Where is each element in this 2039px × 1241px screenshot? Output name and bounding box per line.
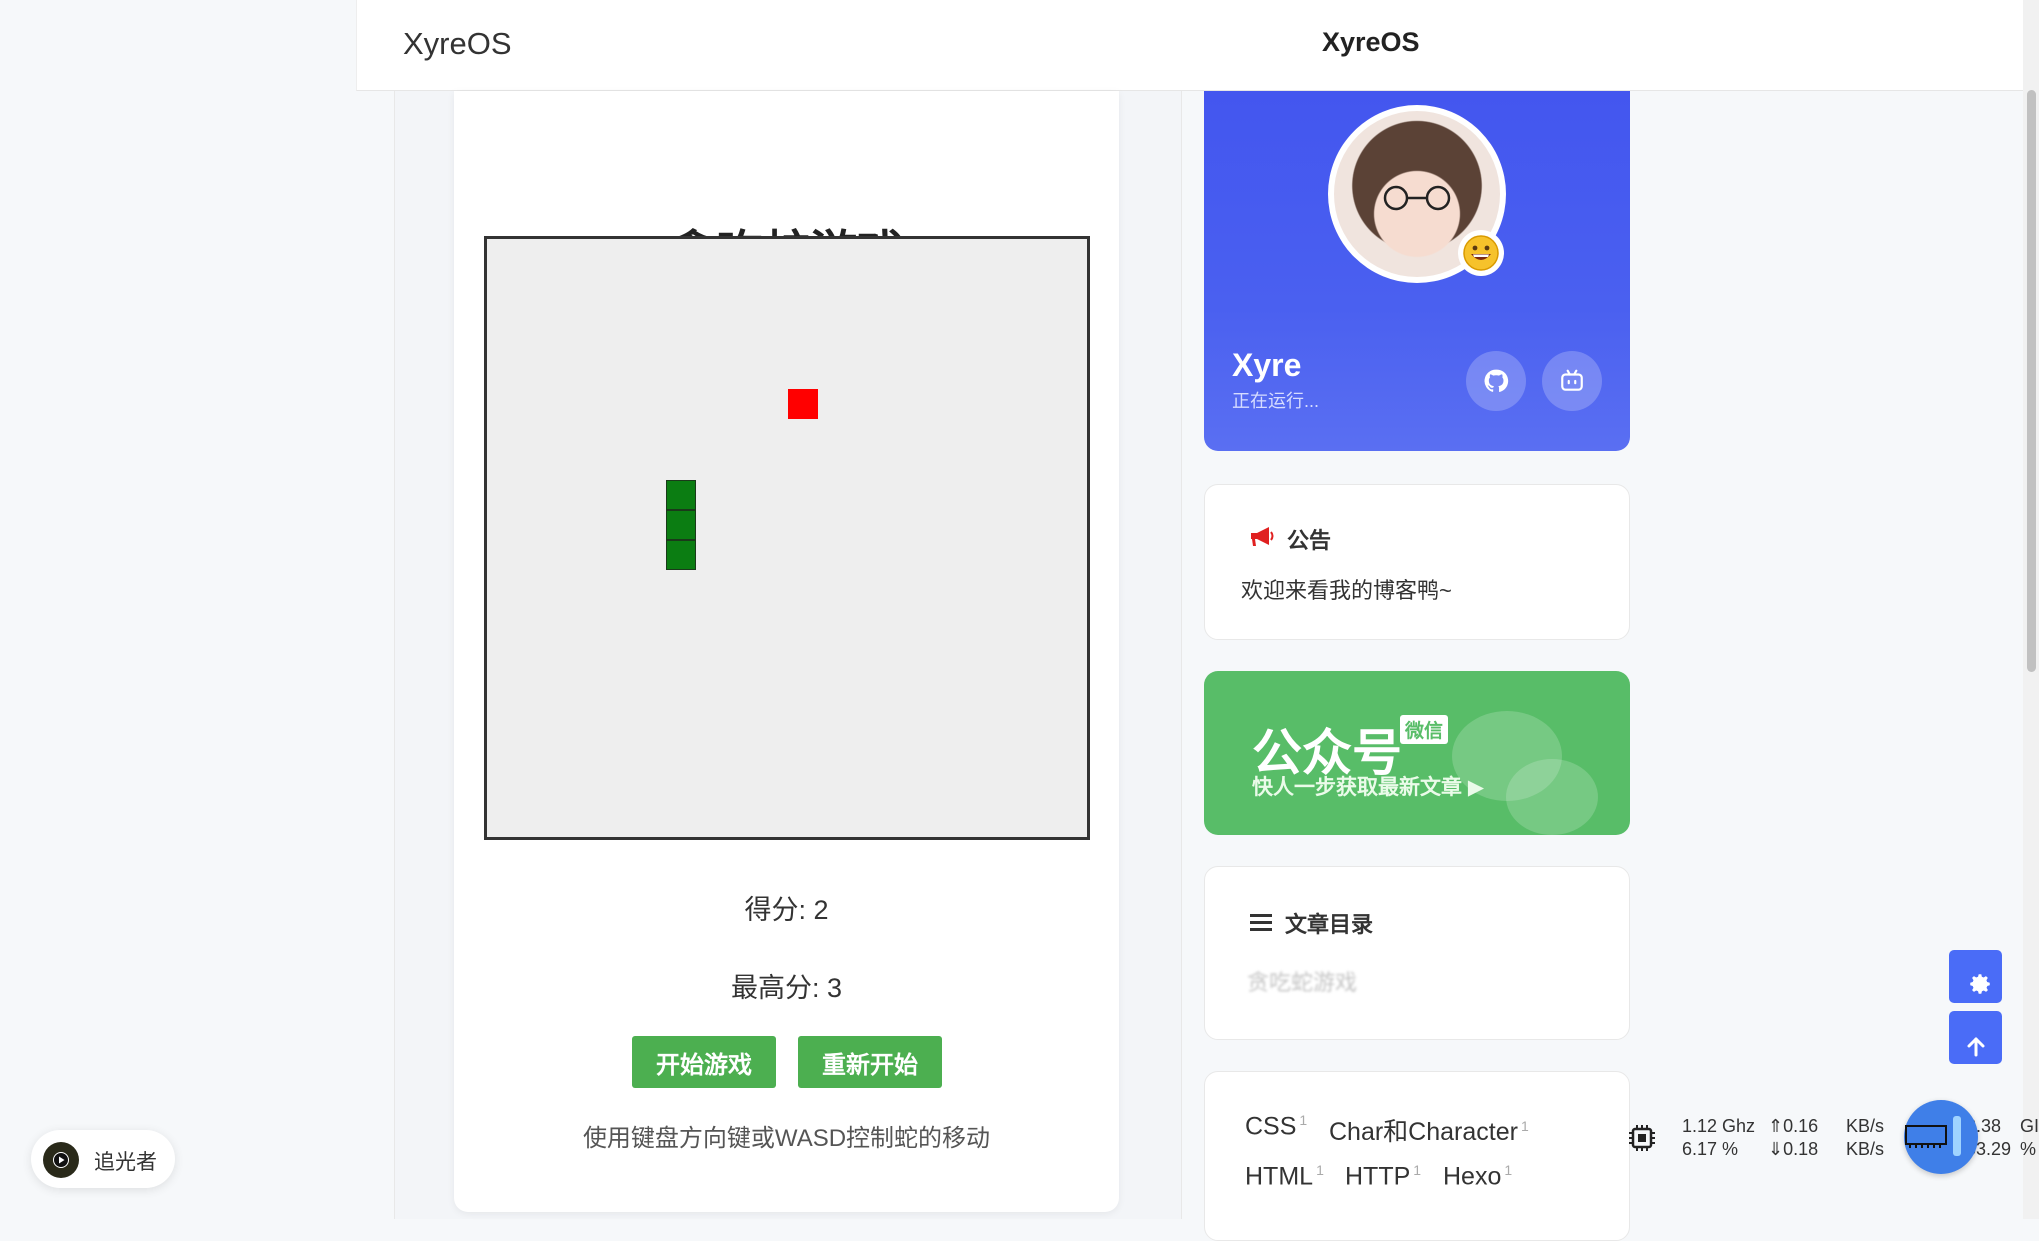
wechat-promo-card[interactable]: 公众号 微信 快人一步获取最新文章 ▶ [1204, 671, 1630, 835]
profile-name: Xyre [1232, 347, 1302, 383]
tag-label: Hexo [1443, 1162, 1502, 1191]
wechat-tag: 微信 [1400, 715, 1449, 744]
grin-emoji-icon [1463, 235, 1499, 271]
memory-unit: GI [2020, 1116, 2039, 1136]
notice-title: 公告 [1287, 528, 1332, 553]
wechat-subtitle: 快人一步获取最新文章 ▶ [1252, 776, 1484, 799]
restart-button[interactable]: 重新开始 [798, 1036, 942, 1088]
toc-item[interactable]: 贪吃蛇游戏 [1247, 965, 1357, 997]
back-to-top-button[interactable] [1949, 1011, 2002, 1064]
tag-label: HTTP [1345, 1162, 1411, 1191]
brand-logo-text[interactable]: XyreOS [403, 26, 512, 62]
memory-chip-icon [1905, 1125, 1947, 1148]
bilibili-icon [1561, 369, 1583, 391]
monitor-ball[interactable] [1904, 1100, 1978, 1174]
snake-body-segment [666, 510, 696, 540]
play-icon [53, 1152, 69, 1168]
page-scrollbar[interactable] [2023, 0, 2039, 1219]
profile-status: 正在运行... [1232, 391, 1320, 411]
notice-text: 欢迎来看我的博客鸭~ [1241, 578, 1452, 603]
tag-label: Char和Character [1329, 1118, 1518, 1146]
food-cell [788, 389, 818, 419]
album-cover[interactable] [43, 1142, 79, 1178]
glasses-icon [1383, 185, 1451, 211]
cpu-icon [1629, 1125, 1655, 1151]
score-text: 得分: 2 [744, 895, 829, 925]
notice-card: 公告 欢迎来看我的博客鸭~ [1204, 484, 1630, 640]
cpu-usage: 6.17 % [1682, 1139, 1739, 1159]
tag-count: 1 [1504, 1162, 1513, 1178]
tag-label: CSS [1245, 1112, 1297, 1141]
scrollbar-thumb[interactable] [2027, 90, 2036, 672]
tag-count: 1 [1413, 1162, 1422, 1178]
tag-count: 1 [1520, 1117, 1529, 1134]
memory-percent-unit: % [2020, 1139, 2037, 1159]
music-player[interactable]: 追光者 [31, 1130, 175, 1188]
tag-item[interactable]: HTML 1 [1245, 1162, 1324, 1191]
cpu-frequency: 1.12 Ghz [1682, 1116, 1756, 1136]
header-title[interactable]: XyreOS [1322, 27, 1420, 58]
github-button[interactable] [1466, 351, 1526, 411]
upload-speed: ⇑0.16 [1768, 1116, 1819, 1136]
tag-item[interactable]: CSS 1 [1245, 1112, 1307, 1141]
game-board[interactable] [484, 236, 1090, 840]
high-score-text: 最高分: 3 [730, 973, 843, 1003]
download-speed: ⇓0.18 [1768, 1139, 1819, 1159]
settings-button[interactable] [1949, 950, 2002, 1003]
snake-head [666, 480, 696, 510]
tag-count: 1 [1316, 1162, 1324, 1178]
arrow-up-icon [1967, 1037, 1984, 1056]
download-unit: KB/s [1846, 1139, 1885, 1159]
tag-label: HTML [1245, 1162, 1314, 1191]
gear-icon [1969, 973, 1990, 994]
toc-card: 文章目录 贪吃蛇游戏 [1204, 866, 1630, 1040]
tag-item[interactable]: Char和Character 1 [1329, 1112, 1529, 1148]
start-game-button[interactable]: 开始游戏 [632, 1036, 776, 1088]
tag-count: 1 [1299, 1112, 1308, 1128]
snake-body-segment [666, 540, 696, 570]
tags-card: CSS 1 Char和Character 1 HTML 1 HTTP 1 Hexo 1 [1204, 1071, 1630, 1241]
tag-item[interactable]: HTTP 1 [1345, 1162, 1421, 1191]
profile-card: Xyre 正在运行... [1204, 91, 1630, 451]
upload-unit: KB/s [1846, 1116, 1885, 1136]
toc-title: 文章目录 [1285, 912, 1374, 937]
song-title: 追光者 [94, 1151, 157, 1174]
memory-level-bar [1953, 1116, 1961, 1156]
status-emoji-icon [1458, 230, 1504, 276]
megaphone-icon [1251, 527, 1274, 546]
controls-hint: 使用键盘方向键或WASD控制蛇的移动 [582, 1125, 991, 1152]
tag-item[interactable]: Hexo 1 [1443, 1162, 1512, 1191]
github-icon [1484, 369, 1509, 392]
top-header: XyreOS XyreOS [356, 0, 2023, 91]
bilibili-button[interactable] [1542, 351, 1602, 411]
list-icon [1250, 914, 1272, 931]
wechat-bubble-decoration [1506, 759, 1598, 835]
